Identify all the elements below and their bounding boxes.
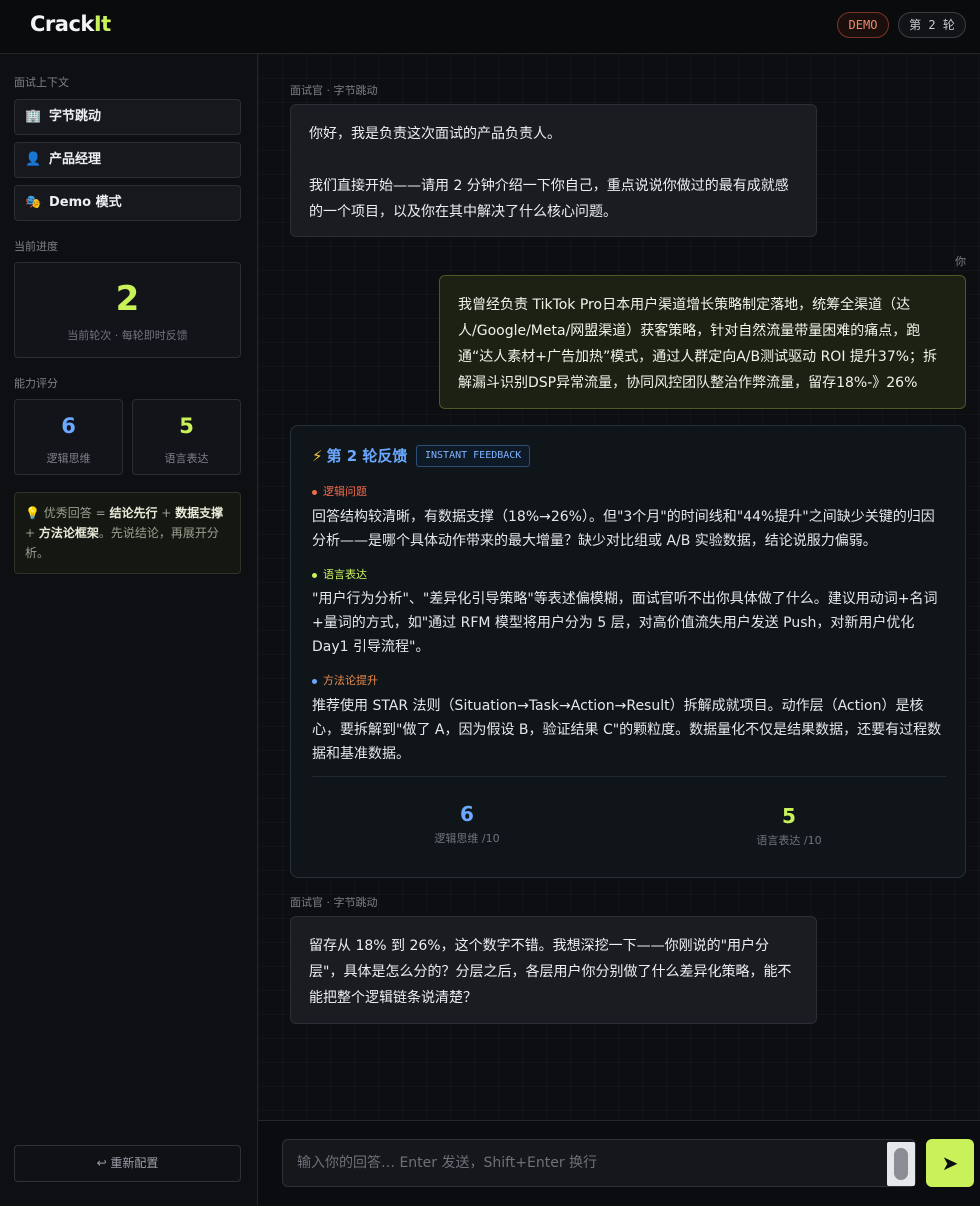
progress-card: 2 当前轮次 · 每轮即时反馈 [14, 262, 241, 358]
message-text: 我们直接开始——请用 2 分钟介绍一下你自己，重点说说你做过的最有成就感的一个项… [309, 178, 789, 220]
context-label: 面试上下文 [14, 76, 69, 89]
score-label: 逻辑思维 [46, 452, 91, 465]
message-text: 留存从 18% 到 26%，这个数字不错。我想深挖一下——你刚说的"用户分层"，… [309, 938, 792, 1006]
feedback-section-title: 逻辑问题 [312, 483, 367, 499]
interviewer-message: 你好，我是负责这次面试的产品负责人。 我们直接开始——请用 2 分钟介绍一下你自… [290, 104, 817, 237]
context-item-company[interactable]: 🏢 字节跳动 [14, 99, 241, 135]
reset-config-button[interactable]: ↩ 重新配置 [14, 1145, 241, 1182]
feedback-section-text: 推荐使用 STAR 法则（Situation→Task→Action→Resul… [312, 698, 942, 762]
message-text: 我曾经负责 TikTok Pro日本用户渠道增长策略制定落地，统筹全渠道（达人/… [458, 297, 938, 391]
masks-icon: 🎭 [25, 195, 42, 210]
lightbulb-icon: 💡 [25, 506, 40, 520]
score-card-language: 5 语言表达 [132, 399, 241, 475]
building-icon: 🏢 [25, 109, 42, 124]
scrollbar[interactable] [887, 1142, 915, 1186]
score-value: 6 [460, 802, 474, 826]
score-card-logic: 6 逻辑思维 [14, 399, 123, 475]
demo-badge: DEMO [837, 12, 889, 38]
context-item-role[interactable]: 👤 产品经理 [14, 142, 241, 178]
send-button[interactable]: ➤ [926, 1139, 974, 1187]
context-item-label: Demo 模式 [49, 195, 122, 210]
user-message: 我曾经负责 TikTok Pro日本用户渠道增长策略制定落地，统筹全渠道（达人/… [439, 275, 966, 409]
dot-icon [312, 489, 317, 495]
round-badge: 第 2 轮 [898, 12, 966, 38]
context-item-mode[interactable]: 🎭 Demo 模式 [14, 185, 241, 221]
progress-value: 2 [115, 279, 140, 319]
context-item-label: 产品经理 [49, 152, 102, 167]
score-label: 语言表达 /10 [756, 834, 822, 847]
feedback-section-text: 回答结构较清晰，有数据支撑（18%→26%）。但"3个月"的时间线和"44%提升… [312, 509, 935, 549]
progress-label: 当前进度 [14, 240, 58, 253]
person-icon: 👤 [25, 152, 42, 167]
lightning-icon: ⚡ [312, 447, 323, 465]
top-bar: CrackIt DEMO 第 2 轮 [0, 0, 980, 54]
feedback-title: ⚡ 第 2 轮反馈 [312, 447, 408, 465]
score-label: 逻辑思维 /10 [434, 832, 500, 845]
score-label: 语言表达 [164, 452, 209, 465]
dot-icon [312, 678, 317, 684]
user-meta: 你 [955, 255, 966, 268]
app-logo[interactable]: CrackIt [30, 12, 111, 36]
feedback-score-language: 5 语言表达 /10 [719, 804, 859, 848]
message-text: 你好，我是负责这次面试的产品负责人。 [309, 126, 561, 142]
ability-label: 能力评分 [14, 377, 58, 390]
message-meta: 面试官 · 字节跳动 [290, 896, 378, 909]
composer: ➤ [258, 1120, 980, 1206]
feedback-section-text: "用户行为分析"、"差异化引导策略"等表述偏模糊，面试官听不出你具体做了什么。建… [312, 591, 938, 655]
feedback-section-title: 语言表达 [312, 566, 367, 582]
send-icon: ➤ [941, 1151, 959, 1175]
feedback-section-title: 方法论提升 [312, 672, 378, 688]
score-value: 5 [179, 414, 194, 438]
message-meta: 面试官 · 字节跳动 [290, 84, 378, 97]
instant-feedback-tag: INSTANT FEEDBACK [416, 445, 531, 467]
interviewer-message: 留存从 18% 到 26%，这个数字不错。我想深挖一下——你刚说的"用户分层"，… [290, 916, 817, 1024]
tip-card: 💡 优秀回答 = 结论先行 + 数据支撑 + 方法论框架。先说结论，再展开分析。 [14, 492, 241, 574]
context-item-label: 字节跳动 [49, 109, 102, 124]
chat-area: 面试官 · 字节跳动 你好，我是负责这次面试的产品负责人。 我们直接开始——请用… [258, 54, 980, 1120]
progress-caption: 当前轮次 · 每轮即时反馈 [67, 329, 188, 342]
score-value: 5 [782, 804, 796, 828]
feedback-card: ⚡ 第 2 轮反馈 INSTANT FEEDBACK 逻辑问题 回答结构较清晰，有… [290, 425, 966, 878]
sidebar: 面试上下文 🏢 字节跳动 👤 产品经理 🎭 Demo 模式 当前进度 2 当前轮次 ·… [0, 54, 258, 1206]
feedback-score-logic: 6 逻辑思维 /10 [397, 802, 537, 846]
answer-input[interactable] [283, 1140, 873, 1186]
divider [312, 776, 946, 777]
score-value: 6 [61, 414, 76, 438]
dot-icon [312, 572, 317, 578]
answer-input-box[interactable] [282, 1139, 916, 1187]
